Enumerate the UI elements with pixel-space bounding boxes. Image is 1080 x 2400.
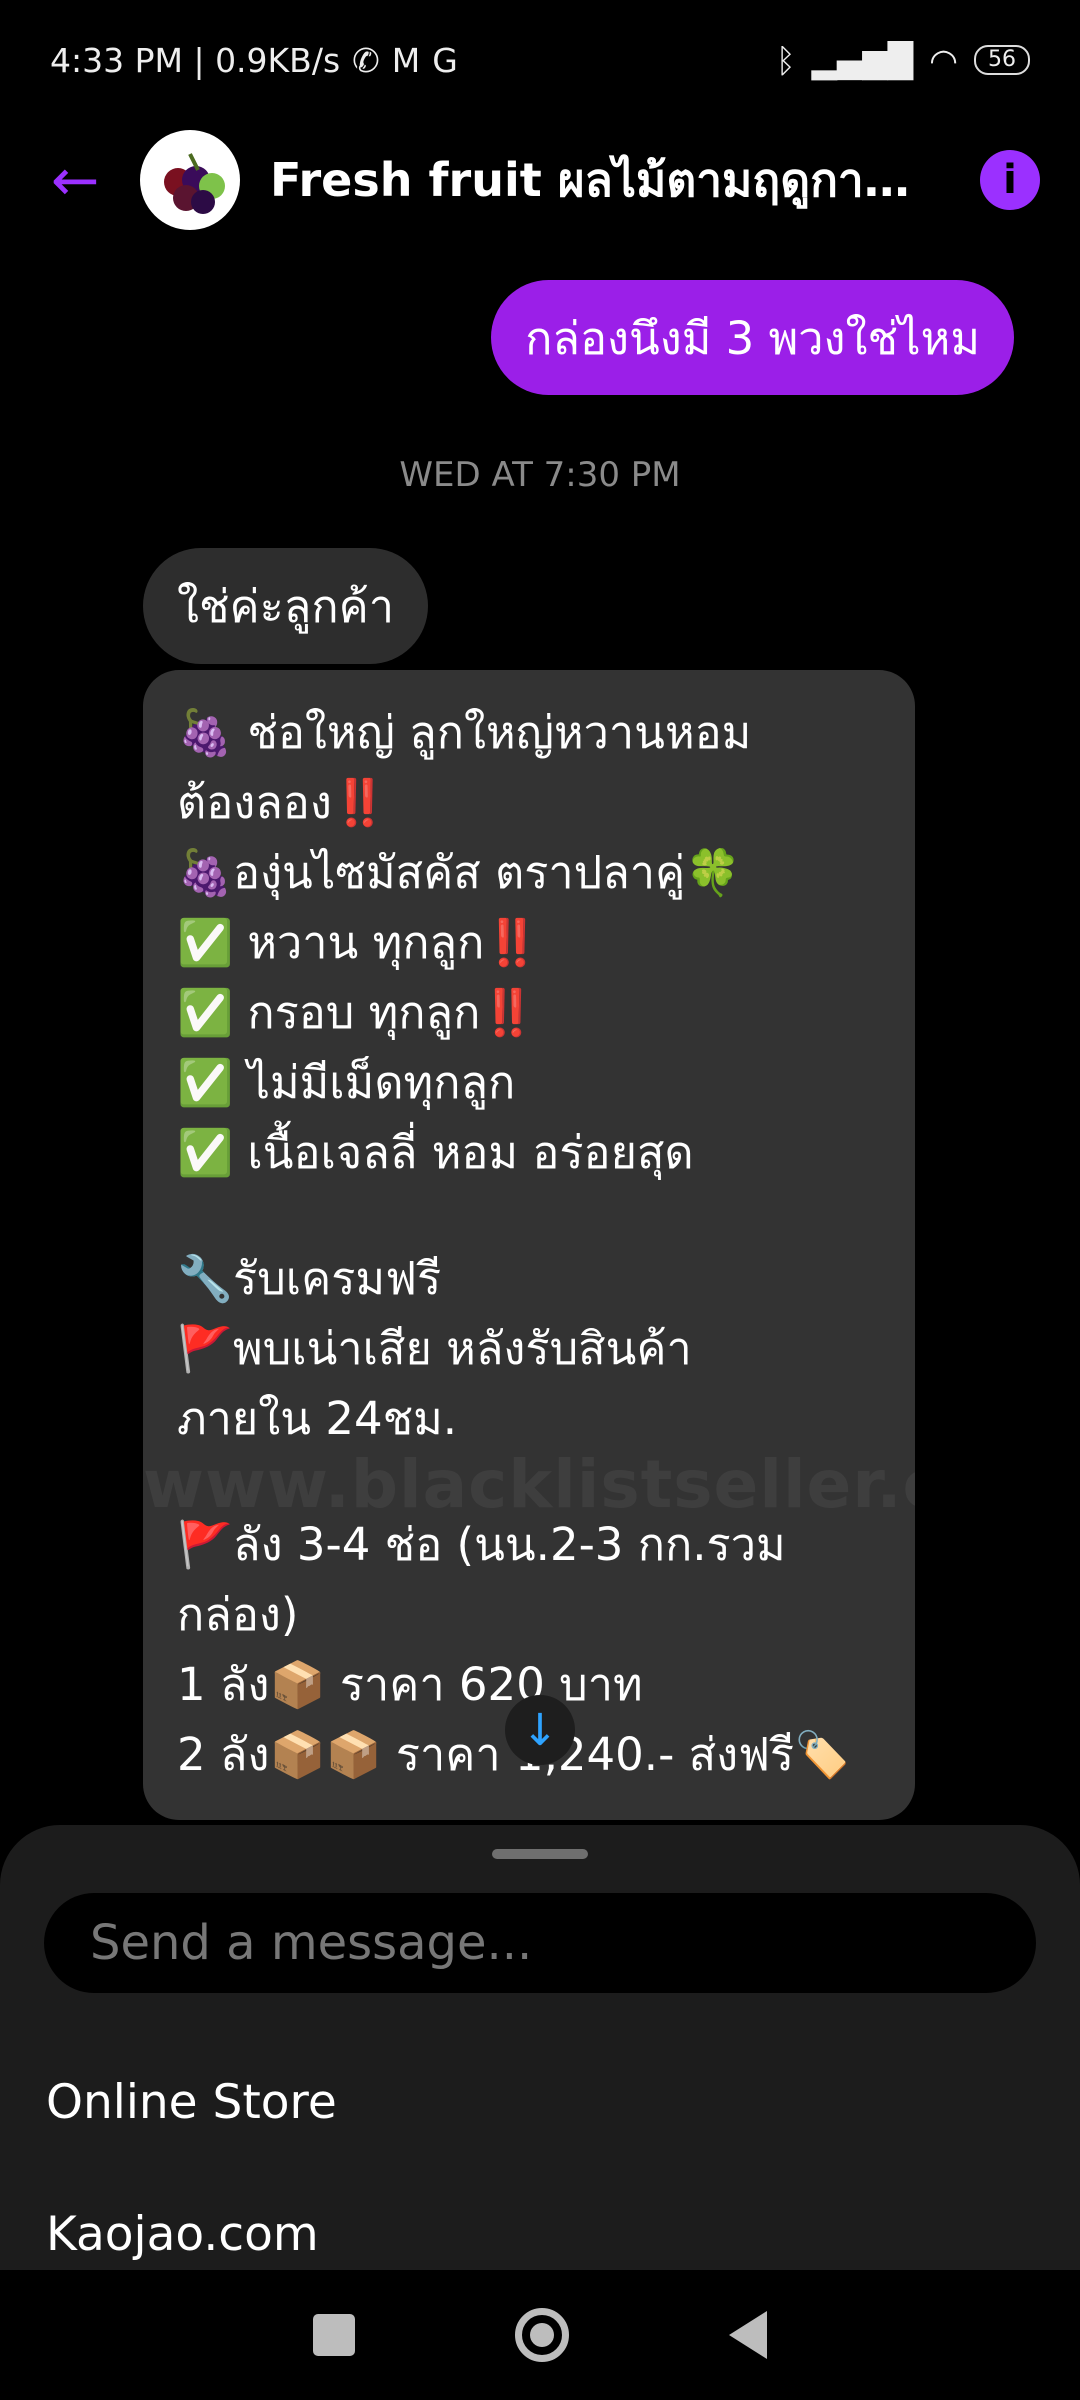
chat-title[interactable]: Fresh fruit ผลไม้ตามฤดูกา... xyxy=(270,144,910,217)
info-icon[interactable]: i xyxy=(980,150,1040,210)
mute-icon: ✆ xyxy=(352,40,380,80)
chat-header: ← Fresh fruit ผลไม้ตามฤดูกา... i xyxy=(0,120,1080,240)
message-line: ภายใน 24ชม. xyxy=(177,1392,458,1445)
message-input-placeholder: Send a message... xyxy=(90,1915,533,1971)
back-triangle-icon[interactable] xyxy=(729,2311,767,2359)
incoming-image-message[interactable]: www.blacklistseller.com 🍇 ช่อใหญ่ ลูกใหญ… xyxy=(143,670,915,1820)
sheet-handle[interactable] xyxy=(492,1849,588,1859)
message-line: ✅ เนื้อเจลลี่ หอม อร่อยสุด xyxy=(177,1126,694,1179)
message-timestamp: WED AT 7:30 PM xyxy=(399,455,681,495)
message-line: 🍇 ช่อใหญ่ ลูกใหญ่หวานหอม xyxy=(177,706,752,759)
message-line: 🍇องุ่นไซมัสคัส ตราปลาคู่🍀 xyxy=(177,846,742,899)
status-bar: 4:33 PM | 0.9KB/s ✆ M G ᛒ ▂▄▆█ ◠ 56 xyxy=(0,0,1080,120)
gmail-icon: M xyxy=(391,40,421,80)
system-navigation-bar xyxy=(0,2270,1080,2400)
back-arrow-icon[interactable]: ← xyxy=(40,145,110,215)
watermark-text: www.blacklistseller.com xyxy=(143,1446,915,1523)
status-left: 4:33 PM | 0.9KB/s ✆ M G xyxy=(50,41,458,80)
home-icon[interactable] xyxy=(515,2308,569,2362)
g-icon: G xyxy=(432,40,458,80)
scroll-down-icon[interactable]: ↓ xyxy=(505,1695,575,1765)
status-right: ᛒ ▂▄▆█ ◠ 56 xyxy=(776,41,1030,80)
signal-icon: ▂▄▆█ xyxy=(811,40,914,80)
status-time: 4:33 PM | 0.9KB/s xyxy=(50,40,341,80)
composer-sheet: Send a message... Online Store Kaojao.co… xyxy=(0,1825,1080,2270)
bluetooth-icon: ᛒ xyxy=(775,40,796,80)
shortcut-online-store[interactable]: Online Store xyxy=(46,2075,337,2130)
battery-indicator: 56 xyxy=(974,45,1030,75)
outgoing-message-text: กล่องนึงมี 3 พวงใช่ไหม xyxy=(525,311,980,365)
grapes-icon xyxy=(164,153,225,214)
incoming-message-bubble[interactable]: ใช่ค่ะลูกค้า xyxy=(143,548,428,664)
outgoing-message-bubble[interactable]: กล่องนึงมี 3 พวงใช่ไหม xyxy=(491,280,1014,395)
message-line: ต้องลอง‼️ xyxy=(177,776,388,829)
message-line: ✅ ไม่มีเม็ดทุกลูก xyxy=(177,1056,516,1109)
wifi-icon: ◠ xyxy=(929,40,958,80)
shortcut-kaojao[interactable]: Kaojao.com xyxy=(46,2207,319,2262)
message-line: ✅ กรอบ ทุกลูก‼️ xyxy=(177,986,537,1039)
fruit-avatar[interactable] xyxy=(140,130,240,230)
message-line: ✅ หวาน ทุกลูก‼️ xyxy=(177,916,541,969)
message-line: 🚩พบเน่าเสีย หลังรับสินค้า xyxy=(177,1322,692,1375)
message-input[interactable]: Send a message... xyxy=(44,1893,1036,1993)
incoming-message-text: ใช่ค่ะลูกค้า xyxy=(177,580,394,633)
message-line: กล่อง) xyxy=(177,1588,299,1641)
message-line: 🔧รับเครมฟรี xyxy=(177,1252,442,1305)
recent-apps-icon[interactable] xyxy=(313,2314,355,2356)
